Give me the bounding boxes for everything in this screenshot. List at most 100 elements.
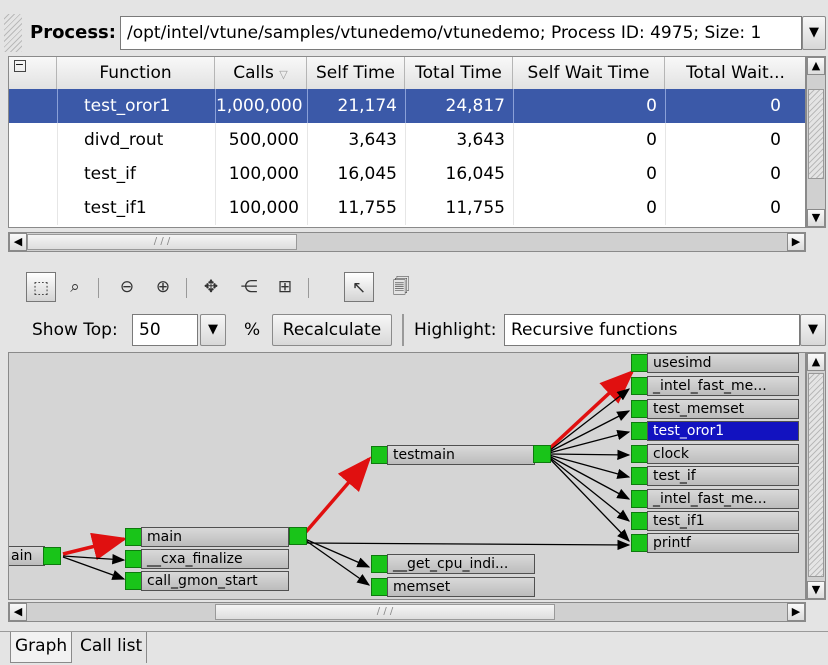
scroll-down-button[interactable]: ▼ [807, 209, 825, 227]
edge [548, 410, 631, 453]
toolbar-separator [186, 278, 187, 298]
edge [304, 539, 631, 551]
show-top-input[interactable]: 50 [132, 314, 198, 346]
show-top-label: Show Top: [32, 320, 118, 340]
table-cell-total-time: 3,643 [405, 123, 513, 157]
table-cell-total-wait: 0 [665, 157, 789, 191]
column-function[interactable]: Function [57, 57, 215, 89]
layout-icon[interactable]: ⋲ [234, 272, 264, 302]
table-cell-calls: 1,000,000 [215, 89, 307, 123]
scroll-left-button[interactable]: ◀ [9, 603, 27, 621]
table-row[interactable]: test_oror1 1,000,000 21,174 24,817 0 0 [9, 89, 805, 123]
edge [548, 457, 630, 542]
graph-node-call-gmon-start[interactable]: call_gmon_start [125, 571, 289, 591]
table-cell-function: divd_rout [57, 123, 215, 157]
arrow-right-icon: ▶ [791, 235, 801, 248]
toolbar-separator [402, 314, 404, 346]
graph-node-intel-fast-me-1[interactable]: _intel_fast_me... [631, 376, 799, 396]
graph-node-intel-fast-me-2[interactable]: _intel_fast_me... [631, 489, 799, 509]
table-cell-calls: 100,000 [215, 157, 307, 191]
table-row[interactable]: divd_rout 500,000 3,643 3,643 0 0 [9, 123, 805, 157]
graph-node-test-memset[interactable]: test_memset [631, 399, 799, 419]
scroll-up-button[interactable]: ▲ [807, 57, 825, 75]
graph-node-ain[interactable]: ain [9, 546, 65, 566]
table-vscrollbar[interactable]: ▲ ▼ [806, 56, 826, 228]
table-cell-calls: 100,000 [215, 191, 307, 225]
arrow-up-icon: ▲ [811, 355, 821, 368]
scroll-right-button[interactable]: ▶ [787, 603, 805, 621]
process-combo[interactable]: /opt/intel/vtune/samples/vtunedemo/vtune… [120, 16, 802, 50]
graph-node-printf[interactable]: printf [631, 533, 799, 553]
graph-node-clock[interactable]: clock [631, 444, 799, 464]
toolbar-separator [98, 278, 99, 298]
select-rect-icon[interactable]: ⬚ [26, 272, 56, 302]
vscroll-thumb[interactable] [808, 89, 824, 179]
graph-node-test-oror1[interactable]: test_oror1 [631, 421, 799, 441]
zoom-in-icon[interactable]: ⊕ [148, 272, 178, 302]
graph-node-main[interactable]: main [125, 527, 289, 547]
percent-label: % [244, 320, 261, 340]
pan-icon[interactable]: ✥ [196, 272, 226, 302]
table-cell-self-wait: 0 [513, 89, 665, 123]
highlight-dropdown[interactable]: ▼ [800, 314, 826, 346]
process-bar-grip[interactable] [4, 14, 22, 52]
call-graph-canvas[interactable]: ain main __cxa_finalize call_gmon_start … [8, 352, 806, 600]
edge [62, 556, 126, 580]
node-handle-main-out [289, 527, 307, 545]
table-row[interactable]: test_if1 100,000 11,755 11,755 0 0 [9, 191, 805, 225]
scroll-up-button[interactable]: ▲ [807, 353, 825, 371]
column-calls[interactable]: Calls ▽ [215, 57, 307, 89]
fit-icon[interactable]: ⊞ [270, 272, 300, 302]
recalculate-button[interactable]: Recalculate [272, 314, 392, 346]
toolbar-separator [308, 278, 309, 298]
table-row[interactable]: test_if 100,000 16,045 16,045 0 0 [9, 157, 805, 191]
edge-hot [303, 456, 372, 535]
column-self-time[interactable]: Self Time [307, 57, 405, 89]
arrow-down-icon: ▼ [811, 583, 821, 596]
graph-vscroll-thumb[interactable] [808, 373, 824, 577]
edge [62, 554, 126, 565]
show-top-dropdown[interactable]: ▼ [200, 314, 226, 346]
scroll-down-button[interactable]: ▼ [807, 581, 825, 599]
graph-node-testmain[interactable]: testmain [371, 445, 535, 465]
scroll-right-button[interactable]: ▶ [787, 233, 805, 251]
sort-desc-icon: ▽ [279, 68, 288, 81]
graph-node-test-if[interactable]: test_if [631, 466, 799, 486]
graph-hscroll-thumb[interactable]: / / / [215, 604, 555, 620]
chevron-down-icon: ▼ [809, 25, 819, 40]
graph-node-test-if1[interactable]: test_if1 [631, 511, 799, 531]
graph-node-get-cpu-indi[interactable]: __get_cpu_indi... [371, 554, 535, 574]
zoom-icon[interactable]: ⌕ [60, 272, 90, 302]
table-cell-total-wait: 0 [665, 89, 789, 123]
tab-graph[interactable]: Graph [10, 632, 73, 663]
table-cell-self-wait: 0 [513, 123, 665, 157]
table-cell-self-wait: 0 [513, 191, 665, 225]
graph-node-usesimd[interactable]: usesimd [631, 353, 799, 373]
arrow-right-icon: ▶ [791, 605, 801, 618]
table-cell-self-wait: 0 [513, 157, 665, 191]
graph-node-cxa-finalize[interactable]: __cxa_finalize [125, 549, 289, 569]
highlight-select[interactable]: Recursive functions [504, 314, 800, 346]
chevron-down-icon: ▼ [208, 322, 218, 337]
column-self-wait-time[interactable]: Self Wait Time [513, 57, 665, 89]
process-dropdown-button[interactable]: ▼ [802, 16, 826, 50]
table-cell-total-wait: 0 [665, 191, 789, 225]
column-total-wait-time[interactable]: Total Wait... [665, 57, 805, 89]
scroll-left-button[interactable]: ◀ [9, 233, 27, 251]
graph-node-memset[interactable]: memset [371, 577, 535, 597]
zoom-out-icon[interactable]: ⊖ [112, 272, 142, 302]
collapse-toggle[interactable]: − [9, 57, 57, 89]
graph-hscrollbar[interactable]: ◀ / / / ▶ [8, 602, 806, 622]
table-hscrollbar[interactable]: ◀ / / / ▶ [8, 232, 806, 252]
arrow-left-icon: ◀ [13, 605, 23, 618]
pointer-icon[interactable]: ↖ [344, 272, 374, 302]
table-scrollbar-thumb[interactable] [789, 109, 805, 139]
graph-vscrollbar[interactable]: ▲ ▼ [806, 352, 826, 600]
tab-call-list[interactable]: Call list [76, 632, 148, 663]
properties-icon[interactable]: 🗐 [386, 272, 416, 302]
edge-hot [62, 532, 128, 561]
node-handle [43, 547, 61, 565]
column-total-time[interactable]: Total Time [405, 57, 513, 89]
hscroll-thumb[interactable]: / / / [27, 234, 297, 250]
table-cell-total-time: 11,755 [405, 191, 513, 225]
